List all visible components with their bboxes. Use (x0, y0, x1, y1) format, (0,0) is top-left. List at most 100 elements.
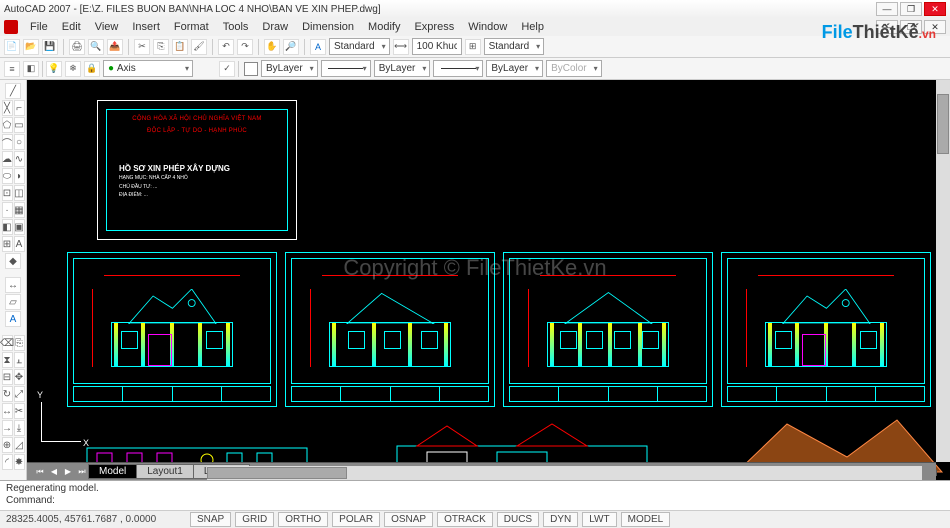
menu-window[interactable]: Window (462, 20, 513, 34)
copy-icon[interactable]: ⎘ (153, 39, 169, 55)
rect-icon[interactable]: ▭ (14, 117, 25, 133)
make-current-icon[interactable]: ✓ (219, 61, 235, 77)
paste-icon[interactable]: 📋 (172, 39, 188, 55)
layer-combo[interactable]: ● Axis (103, 60, 193, 77)
block-icon[interactable]: ◫ (14, 185, 25, 201)
pan-icon[interactable]: ✋ (264, 39, 280, 55)
xline-icon[interactable]: ╳ (2, 100, 13, 116)
print-icon[interactable]: 🖨 (69, 39, 85, 55)
color-combo[interactable]: ByLayer (261, 60, 318, 77)
lwt-toggle[interactable]: LWT (582, 512, 616, 527)
tab-layout1[interactable]: Layout1 (136, 464, 194, 479)
layer-freeze-icon[interactable]: ❄ (65, 61, 81, 77)
trim-icon[interactable]: ✂ (14, 403, 25, 419)
layer-props-icon[interactable]: ≡ (4, 61, 20, 77)
tab-model[interactable]: Model (88, 464, 137, 479)
ellipse-icon[interactable]: ⬭ (2, 168, 13, 184)
layer-off-icon[interactable]: 💡 (46, 61, 62, 77)
tool2-icon[interactable]: ◆ (5, 253, 21, 269)
save-icon[interactable]: 💾 (42, 39, 58, 55)
model-toggle[interactable]: MODEL (621, 512, 671, 527)
hatch-icon[interactable]: ▦ (14, 202, 25, 218)
area-icon[interactable]: ▱ (5, 294, 21, 310)
menu-modify[interactable]: Modify (362, 20, 406, 34)
tab-first-icon[interactable]: ⏮ (33, 465, 47, 479)
maximize-button[interactable]: ❐ (900, 2, 922, 16)
ortho-toggle[interactable]: ORTHO (278, 512, 328, 527)
text-style-combo[interactable]: Standard (329, 38, 390, 55)
menu-format[interactable]: Format (168, 20, 215, 34)
chamfer-icon[interactable]: ◿ (14, 437, 25, 453)
menu-edit[interactable]: Edit (56, 20, 87, 34)
snap-toggle[interactable]: SNAP (190, 512, 231, 527)
otrack-toggle[interactable]: OTRACK (437, 512, 493, 527)
move-icon[interactable]: ✥ (14, 369, 25, 385)
polar-toggle[interactable]: POLAR (332, 512, 380, 527)
osnap-toggle[interactable]: OSNAP (384, 512, 433, 527)
point-icon[interactable]: · (2, 202, 13, 218)
mirror-icon[interactable]: ⧗ (2, 352, 13, 368)
erase-icon[interactable]: ⌫ (2, 335, 13, 351)
mtext-icon[interactable]: A (14, 236, 25, 252)
layer-lock-icon[interactable]: 🔒 (84, 61, 100, 77)
open-icon[interactable]: 📂 (23, 39, 39, 55)
redo-icon[interactable]: ↷ (237, 39, 253, 55)
fillet-icon[interactable]: ◜ (2, 454, 13, 470)
region-icon[interactable]: ▣ (14, 219, 25, 235)
lineweight-name-combo[interactable]: ByLayer (486, 60, 543, 77)
circle-icon[interactable]: ○ (14, 134, 25, 150)
drawing-canvas[interactable]: CỘNG HÒA XÃ HỘI CHỦ NGHĨA VIỆT NAM ĐỘC L… (27, 80, 950, 480)
lineweight-combo[interactable] (433, 60, 483, 77)
dyn-toggle[interactable]: DYN (543, 512, 578, 527)
arc-icon[interactable]: ⌒ (2, 134, 13, 150)
dimstyle-icon[interactable]: ⟷ (393, 39, 409, 55)
linetype-name-combo[interactable]: ByLayer (374, 60, 431, 77)
color-swatch[interactable] (244, 62, 258, 76)
array-icon[interactable]: ⊟ (2, 369, 13, 385)
revcloud-icon[interactable]: ☁ (2, 151, 13, 167)
tab-last-icon[interactable]: ⏭ (75, 465, 89, 479)
vertical-scrollbar[interactable] (936, 80, 950, 462)
menu-insert[interactable]: Insert (126, 20, 166, 34)
table-style-combo[interactable]: Standard (484, 38, 545, 55)
menu-tools[interactable]: Tools (217, 20, 255, 34)
layer-states-icon[interactable]: ◧ (23, 61, 39, 77)
pline-icon[interactable]: ⌐ (14, 100, 25, 116)
rotate-icon[interactable]: ↻ (2, 386, 13, 402)
coordinates-display[interactable]: 28325.4005, 45761.7687 , 0.0000 (6, 514, 186, 525)
copy2-icon[interactable]: ⎘ (14, 335, 25, 351)
break-icon[interactable]: ⤓ (14, 420, 25, 436)
ducs-toggle[interactable]: DUCS (497, 512, 539, 527)
minimize-button[interactable]: — (876, 2, 898, 16)
join-icon[interactable]: ⊕ (2, 437, 13, 453)
tablestyle-icon[interactable]: ⊞ (465, 39, 481, 55)
plotstyle-combo[interactable]: ByColor (546, 60, 602, 77)
menu-view[interactable]: View (89, 20, 125, 34)
spline-icon[interactable]: ∿ (14, 151, 25, 167)
undo-icon[interactable]: ↶ (218, 39, 234, 55)
menu-express[interactable]: Express (408, 20, 460, 34)
zoom-icon[interactable]: 🔎 (283, 39, 299, 55)
line-icon[interactable]: ╱ (5, 83, 21, 99)
offset-icon[interactable]: ⫠ (14, 352, 25, 368)
text-icon[interactable]: A (5, 311, 21, 327)
close-button[interactable]: ✕ (924, 2, 946, 16)
new-icon[interactable]: 📄 (4, 39, 20, 55)
explode-icon[interactable]: ✸ (14, 454, 25, 470)
menu-file[interactable]: File (24, 20, 54, 34)
match-icon[interactable]: 🖌 (191, 39, 207, 55)
gradient-icon[interactable]: ◧ (2, 219, 13, 235)
textstyle-icon[interactable]: A (310, 39, 326, 55)
polygon-icon[interactable]: ⬠ (2, 117, 13, 133)
horizontal-scrollbar[interactable] (207, 466, 922, 480)
extend-icon[interactable]: → (2, 420, 13, 436)
tab-next-icon[interactable]: ▶ (61, 465, 75, 479)
menu-draw[interactable]: Draw (256, 20, 294, 34)
insert-icon[interactable]: ⊡ (2, 185, 13, 201)
publish-icon[interactable]: 📤 (107, 39, 123, 55)
ellipsearc-icon[interactable]: ◗ (14, 168, 25, 184)
table-icon[interactable]: ⊞ (2, 236, 13, 252)
scale-icon[interactable]: ⤢ (14, 386, 25, 402)
scale-input[interactable] (412, 38, 462, 55)
grid-toggle[interactable]: GRID (235, 512, 274, 527)
